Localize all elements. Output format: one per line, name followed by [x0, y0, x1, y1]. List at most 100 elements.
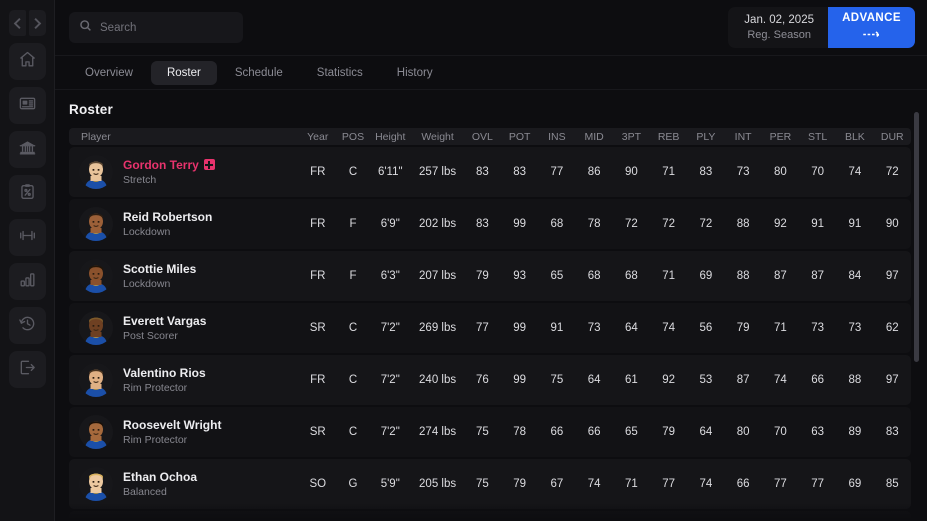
player-cell: Ethan Ochoa Balanced — [69, 459, 299, 509]
tab-roster[interactable]: Roster — [150, 60, 217, 85]
tab-history[interactable]: History — [381, 61, 449, 85]
cell-per: 87 — [761, 251, 800, 301]
cell-3pt: 71 — [612, 459, 651, 509]
sidebar-item-history[interactable] — [8, 307, 46, 344]
history-icon — [18, 314, 37, 338]
table-body: Gordon Terry Stretch FR C 6'11" 257 lbs 83 83 77… — [69, 147, 911, 521]
cell-int: 80 — [724, 407, 762, 457]
player-name-text: Ethan Ochoa — [123, 469, 198, 484]
column-header-stl[interactable]: STL — [799, 128, 837, 145]
column-header-blk[interactable]: BLK — [836, 128, 874, 145]
sidebar-item-news[interactable] — [8, 87, 46, 124]
column-header-ply[interactable]: PLY — [687, 128, 725, 145]
cell-height: 6'7" — [369, 511, 412, 521]
column-header-player[interactable]: Player — [69, 128, 299, 145]
tab-overview[interactable]: Overview — [69, 61, 149, 85]
scrollbar-track[interactable] — [914, 90, 923, 521]
tab-schedule[interactable]: Schedule — [219, 61, 299, 85]
cell-3pt: 90 — [612, 147, 651, 197]
column-header-pos[interactable]: POS — [336, 128, 370, 145]
injury-icon — [203, 159, 215, 170]
advance-button[interactable]: ADVANCE — [828, 7, 915, 48]
column-header-reb[interactable]: REB — [650, 128, 688, 145]
player-name[interactable]: Gordon Terry — [123, 157, 215, 173]
cell-blk: 74 — [836, 147, 874, 197]
tab-statistics[interactable]: Statistics — [301, 61, 379, 85]
cell-height: 7'2" — [369, 303, 412, 353]
cell-mid: 64 — [575, 355, 613, 405]
sidebar-item-exit[interactable] — [8, 351, 46, 388]
column-header-mid[interactable]: MID — [575, 128, 613, 145]
player-name[interactable]: Everett Vargas — [123, 313, 206, 329]
cell-ovl: 83 — [463, 147, 502, 197]
cell-dur: 97 — [873, 251, 911, 301]
column-header-3pt[interactable]: 3PT — [612, 128, 651, 145]
cell-pos: C — [336, 511, 370, 521]
cell-ply: 53 — [687, 355, 725, 405]
cell-weight: 269 lbs — [411, 303, 464, 353]
cell-int: 73 — [724, 147, 762, 197]
season-phase: Reg. Season — [747, 28, 811, 41]
table-row[interactable]: Reid Robertson Lockdown FR F 6'9" 202 lbs 83 99… — [69, 199, 911, 249]
column-header-ovl[interactable]: OVL — [463, 128, 502, 145]
column-header-weight[interactable]: Weight — [411, 128, 464, 145]
column-header-pot[interactable]: POT — [501, 128, 539, 145]
cell-mid: 86 — [575, 147, 613, 197]
table-row[interactable]: Gordon Terry Stretch FR C 6'11" 257 lbs 83 83 77… — [69, 147, 911, 197]
cell-mid: 74 — [575, 459, 613, 509]
cell-reb: 63 — [650, 511, 688, 521]
app-window: Search Jan. 02, 2025 Reg. Season ADVANCE… — [0, 0, 927, 521]
current-date: Jan. 02, 2025 — [744, 13, 814, 26]
cell-stl: 91 — [799, 199, 837, 249]
sidebar-item-home[interactable] — [8, 43, 46, 80]
column-header-ins[interactable]: INS — [538, 128, 576, 145]
bank-icon — [18, 138, 37, 162]
back-arrow-icon[interactable] — [8, 10, 26, 36]
forward-arrow-icon[interactable] — [28, 10, 46, 36]
cell-ins: 68 — [538, 199, 576, 249]
player-name[interactable]: Valentino Rios — [123, 365, 206, 381]
scrollbar-thumb[interactable] — [914, 112, 919, 362]
table-row[interactable]: Ethan Ochoa Balanced SO G 5'9" 205 lbs 75 79 67 7… — [69, 459, 911, 509]
cell-int: 66 — [724, 459, 762, 509]
column-header-int[interactable]: INT — [724, 128, 762, 145]
column-header-per[interactable]: PER — [761, 128, 800, 145]
news-icon — [18, 94, 37, 118]
cell-height: 7'2" — [369, 355, 412, 405]
cell-pos: C — [336, 407, 370, 457]
cell-ovl: 83 — [463, 199, 502, 249]
cell-ply: 56 — [687, 303, 725, 353]
cell-weight: 211 lbs — [411, 511, 464, 521]
cell-year: FR — [298, 199, 337, 249]
sidebar-item-statistics[interactable] — [8, 263, 46, 300]
column-header-year[interactable]: Year — [298, 128, 337, 145]
cell-3pt: 68 — [612, 251, 651, 301]
advance-button-label: ADVANCE — [842, 12, 901, 24]
cell-reb: 79 — [650, 407, 688, 457]
table-row[interactable]: Everett Vargas Post Scorer SR C 7'2" 269 lbs 7… — [69, 303, 911, 353]
player-name[interactable]: Scottie Miles — [123, 261, 196, 277]
player-name[interactable]: Reid Robertson — [123, 209, 212, 225]
search-input[interactable]: Search — [69, 12, 243, 43]
sidebar-item-coaching[interactable] — [8, 175, 46, 212]
cell-per: 80 — [761, 147, 800, 197]
column-header-dur[interactable]: DUR — [873, 128, 911, 145]
player-archetype: Lockdown — [123, 225, 171, 238]
table-row[interactable]: Scottie Miles Lockdown FR F 6'3" 207 lbs 79 93 6… — [69, 251, 911, 301]
cell-int: 88 — [724, 199, 762, 249]
cell-year: FR — [298, 251, 337, 301]
cell-mid: 68 — [575, 251, 613, 301]
table-row[interactable]: Ramon OrtegaFRC6'7"211 lbs74935968736385… — [69, 511, 911, 521]
player-name[interactable]: Roosevelt Wright — [123, 417, 221, 433]
avatar — [79, 155, 113, 189]
table-row[interactable]: Valentino Rios Rim Protector FR C 7'2" 240 lb… — [69, 355, 911, 405]
cell-pos: G — [336, 459, 370, 509]
sidebar-item-training[interactable] — [8, 219, 46, 256]
cell-pot: 99 — [501, 303, 539, 353]
table-row[interactable]: Roosevelt Wright Rim Protector SR C 7'2" 274 … — [69, 407, 911, 457]
player-name[interactable]: Ethan Ochoa — [123, 469, 197, 485]
column-header-height[interactable]: Height — [369, 128, 412, 145]
cell-weight: 274 lbs — [411, 407, 464, 457]
sidebar-item-league[interactable] — [8, 131, 46, 168]
cell-height: 6'9" — [369, 199, 412, 249]
